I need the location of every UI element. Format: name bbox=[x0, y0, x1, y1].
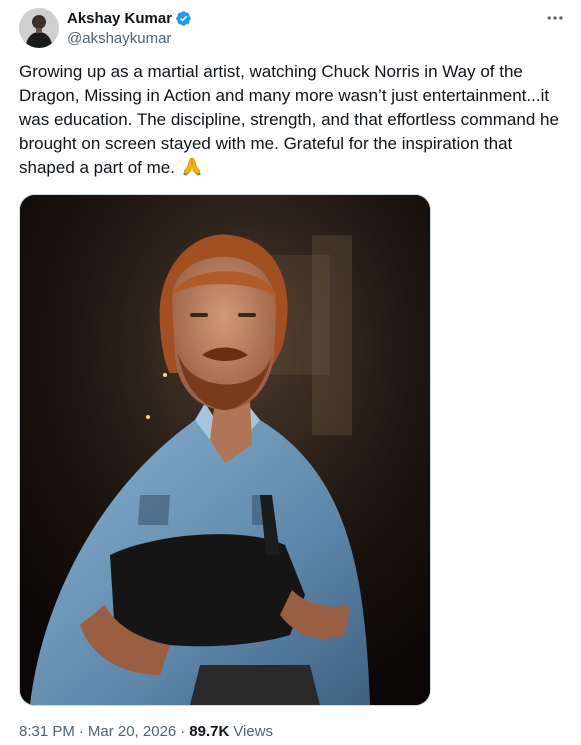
tweet-photo-image bbox=[20, 195, 430, 705]
tweet-time[interactable]: 8:31 PM bbox=[19, 723, 75, 740]
meta-separator: · bbox=[180, 723, 186, 740]
meta-separator: · bbox=[78, 723, 84, 740]
avatar[interactable] bbox=[19, 8, 59, 48]
name-row: Akshay Kumar bbox=[67, 8, 192, 28]
tweet-text-line: was education. The discipline, strength,… bbox=[19, 110, 559, 129]
tweet-text-line: Growing up as a martial artist, watching… bbox=[19, 62, 523, 81]
avatar-image bbox=[19, 8, 59, 48]
folded-hands-emoji bbox=[182, 156, 202, 183]
tweet-text: Growing up as a martial artist, watching… bbox=[19, 60, 579, 183]
tweet-photo[interactable] bbox=[19, 194, 431, 706]
author-handle[interactable]: @akshaykumar bbox=[67, 30, 171, 47]
verified-badge-icon bbox=[175, 10, 192, 27]
tweet-text-line: brought on screen stayed with me. Gratef… bbox=[19, 134, 513, 153]
tweet-date[interactable]: Mar 20, 2026 bbox=[88, 723, 176, 740]
tweet-text-line-last: shaped a part of me. bbox=[19, 156, 579, 183]
tweet-text-line: shaped a part of me. bbox=[19, 158, 175, 177]
tweet: Akshay Kumar @akshaykumar Growing up as … bbox=[0, 0, 581, 745]
tweet-meta: 8:31 PM · Mar 20, 2026 · 89.7K Views bbox=[19, 723, 273, 740]
more-horizontal-icon[interactable] bbox=[545, 8, 565, 28]
views-label: Views bbox=[233, 723, 274, 740]
views-count: 89.7K bbox=[189, 723, 230, 740]
tweet-text-line: Dragon, Missing in Action and many more … bbox=[19, 86, 550, 105]
author-display-name[interactable]: Akshay Kumar bbox=[67, 10, 172, 27]
